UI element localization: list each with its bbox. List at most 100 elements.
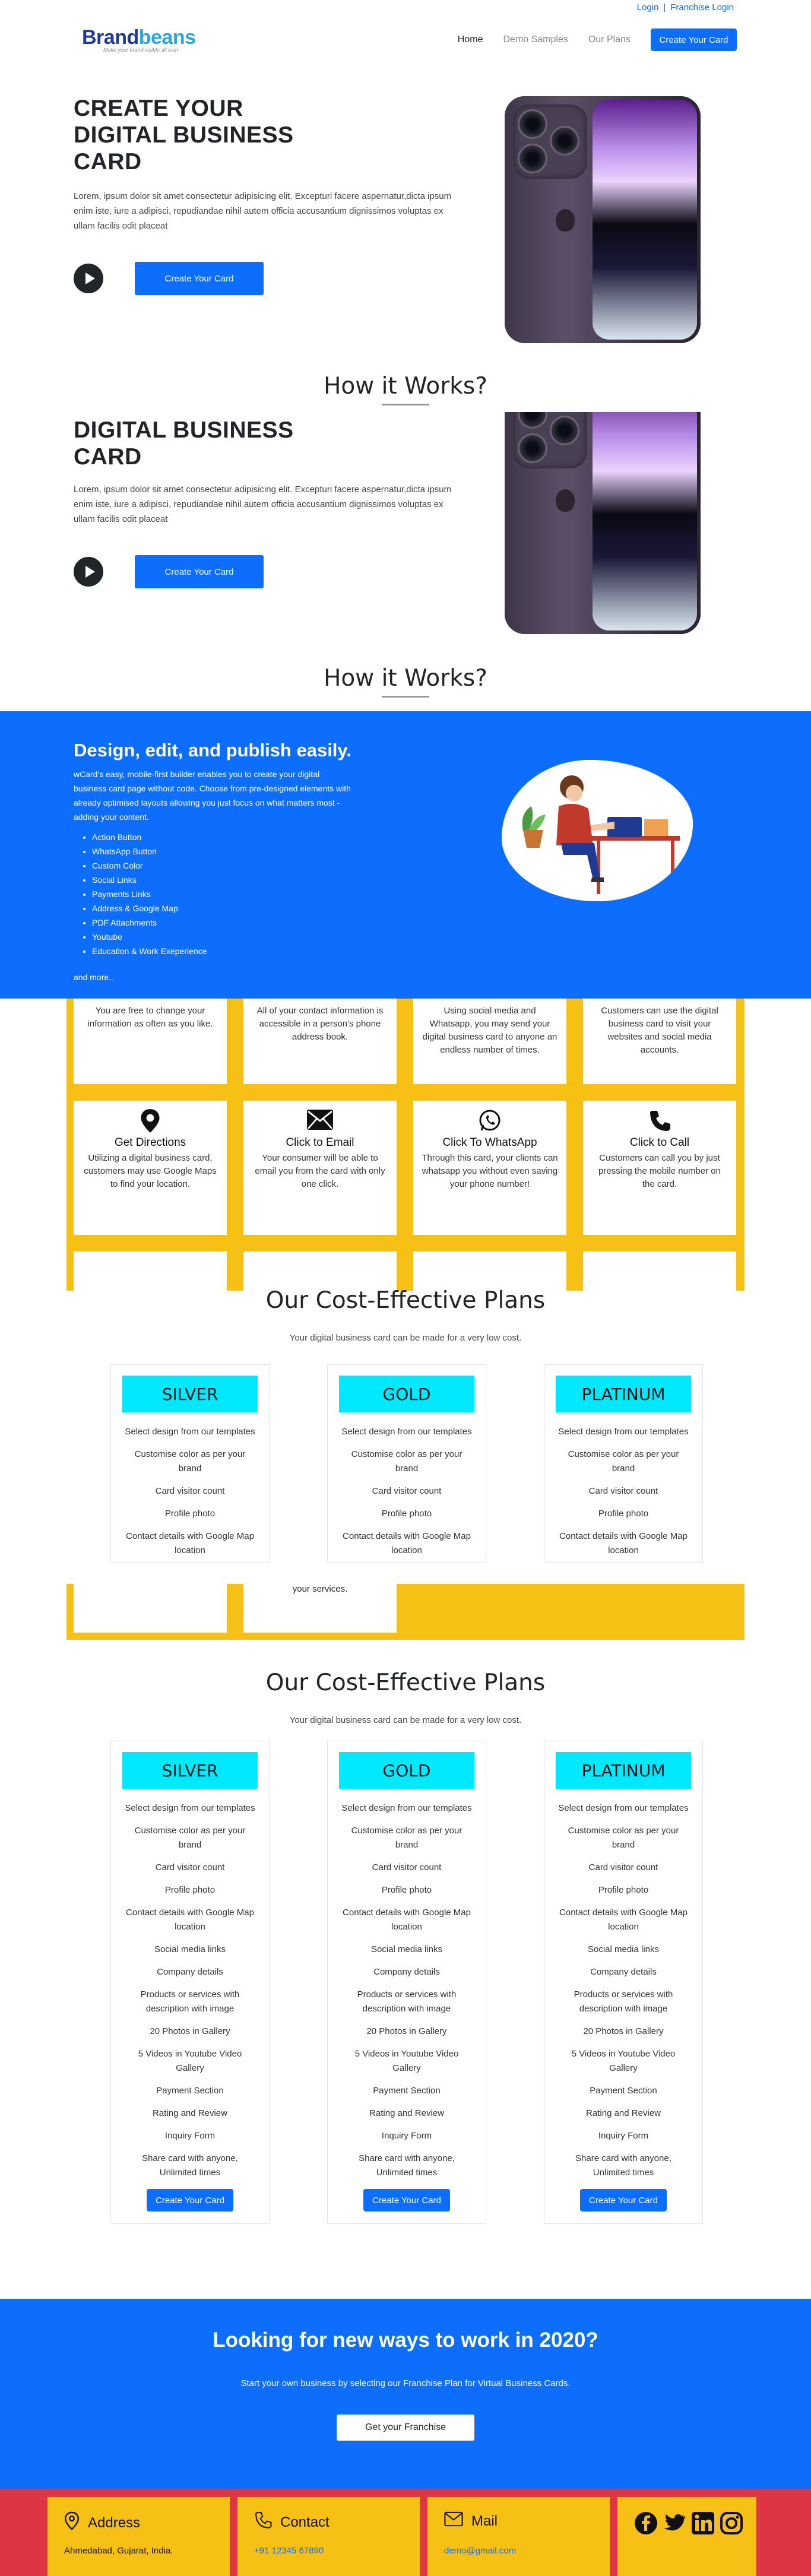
plan-feature: 5 Videos in Youtube Video Gallery <box>138 2049 242 2073</box>
plan-feature: Contact details with Google Map location <box>343 1908 471 1932</box>
franchise-title: Looking for new ways to work in 2020? <box>213 2328 598 2352</box>
plan-feature: Payment Section <box>590 2086 657 2096</box>
plan-feature: Rating and Review <box>586 2108 661 2118</box>
list-item: WhatsApp Button <box>92 844 207 858</box>
title-underline <box>382 404 429 405</box>
plan-feature: Products or services with description wi… <box>140 1989 240 2014</box>
phone-image <box>505 96 701 343</box>
whatsapp-icon <box>413 1109 566 1133</box>
hero-create-card-button[interactable]: Create Your Card <box>135 262 264 295</box>
logo-brand-part2: beans <box>138 26 196 49</box>
twitter-icon[interactable] <box>663 2511 686 2541</box>
design-title: Design, edit, and publish easily. <box>74 740 351 761</box>
footer-mail-value[interactable]: demo@gmail.com <box>444 2546 516 2556</box>
platinum-create-card-button[interactable]: Create Your Card <box>580 2189 667 2211</box>
plan-feature: Inquiry Form <box>598 2131 649 2141</box>
list-item: Education & Work Exeperience <box>92 944 207 958</box>
feature-card <box>243 1251 397 1291</box>
plan-feature: Contact details with Google Map location <box>343 1531 471 1555</box>
feature-title: Click to Email <box>286 1136 354 1149</box>
plans-subtitle: Your digital business card can be made f… <box>289 1333 522 1343</box>
feature-title: Get Directions <box>114 1136 186 1149</box>
plan-feature: Customise color as per your brand <box>134 1826 246 1850</box>
plan-feature: Social media links <box>154 1944 226 1954</box>
plan-feature: Inquiry Form <box>381 2131 432 2141</box>
feature-card <box>74 1584 227 1633</box>
feature-desc: Customers can call you by just pressing … <box>598 1153 721 1189</box>
plan-feature: 5 Videos in Youtube Video Gallery <box>354 2049 459 2073</box>
play-icon[interactable] <box>74 264 103 293</box>
footer-contact-value[interactable]: +91 12345 67890 <box>254 2546 324 2556</box>
top-bar: Login | Franchise Login <box>0 0 811 15</box>
plan-card-platinum: PLATINUM Select design from our template… <box>544 1364 703 1563</box>
plan-feature: Select design from our templates <box>125 1427 255 1437</box>
plan-card-silver: SILVER Select design from our templates … <box>110 1364 270 1563</box>
gold-create-card-button[interactable]: Create Your Card <box>363 2189 450 2211</box>
main-nav: Home Demo Samples Our Plans Create Your … <box>458 28 737 51</box>
envelope-icon <box>243 1109 397 1133</box>
footer-address-label: Address <box>88 2514 141 2531</box>
plan-feature: 20 Photos in Gallery <box>150 2026 230 2036</box>
plans-subtitle: Your digital business card can be made f… <box>289 1715 522 1725</box>
hero-create-card-button-repeat[interactable]: Create Your Card <box>135 555 264 588</box>
list-item: Social Links <box>92 873 207 887</box>
plan-feature: Products or services with description wi… <box>574 1989 673 2014</box>
plan-feature: Inquiry Form <box>164 2131 216 2141</box>
feature-card-click-to-whatsapp: Click To WhatsApp Through this card, you… <box>413 1101 566 1235</box>
get-franchise-button[interactable]: Get your Franchise <box>337 2415 474 2441</box>
nav-our-plans[interactable]: Our Plans <box>588 34 631 45</box>
how-it-works-title-repeat: How it Works? <box>324 665 487 692</box>
brand-logo[interactable]: Brandbeans Make your brand visible all o… <box>82 26 196 53</box>
feature-desc: Your consumer will be able to email you … <box>255 1153 385 1189</box>
feature-card <box>413 1251 566 1291</box>
hero-title-repeat: DIGITAL BUSINESS CARD <box>74 417 294 470</box>
phone-icon <box>254 2511 272 2533</box>
plan-feature: Company details <box>373 1967 440 1977</box>
linkedin-icon[interactable] <box>691 2511 715 2541</box>
plans-row-clipped: SILVER Select design from our templates … <box>0 1360 811 1583</box>
plan-name: GOLD <box>339 1376 474 1412</box>
plan-feature: 20 Photos in Gallery <box>583 2026 664 2036</box>
facebook-icon[interactable] <box>634 2511 658 2541</box>
map-pin-icon <box>74 1109 227 1133</box>
instagram-icon[interactable] <box>720 2511 743 2541</box>
how-it-works-title: How it Works? <box>324 373 487 400</box>
plan-name: PLATINUM <box>556 1376 691 1412</box>
footer-social-box <box>617 2497 756 2576</box>
plan-feature: Payment Section <box>373 2086 441 2096</box>
plan-feature: Card visitor count <box>588 1486 658 1496</box>
silver-create-card-button[interactable]: Create Your Card <box>147 2189 233 2211</box>
plan-feature: Select design from our templates <box>341 1803 472 1813</box>
plan-feature: Select design from our templates <box>558 1803 689 1813</box>
nav-home[interactable]: Home <box>458 34 483 45</box>
plan-feature: Customise color as per your brand <box>568 1826 679 1850</box>
feature-title: Click to Call <box>629 1136 690 1149</box>
feature-title: Click To WhatsApp <box>442 1136 537 1149</box>
plan-feature: Social media links <box>370 1944 443 1954</box>
plan-feature: Customise color as per your brand <box>134 1449 246 1474</box>
feature-desc: Through this card, your clients can what… <box>422 1153 558 1189</box>
features-grid: You are free to change your information … <box>66 950 745 1291</box>
list-item: Custom Color <box>92 858 207 873</box>
plan-feature: Rating and Review <box>369 2108 444 2118</box>
plan-feature: 5 Videos in Youtube Video Gallery <box>571 2049 676 2073</box>
franchise-subtitle: Start your own business by selecting our… <box>240 2378 571 2388</box>
plan-feature: Profile photo <box>381 1885 432 1895</box>
nav-demo-samples[interactable]: Demo Samples <box>503 34 568 45</box>
nav-create-card-button[interactable]: Create Your Card <box>651 28 737 51</box>
map-pin-icon <box>64 2511 80 2534</box>
person-at-desk-illustration <box>502 760 693 901</box>
plan-feature: Customise color as per your brand <box>351 1826 462 1850</box>
footer-mail-label: Mail <box>471 2512 498 2529</box>
franchise-login-link[interactable]: Franchise Login <box>670 2 734 12</box>
franchise-section: Looking for new ways to work in 2020? St… <box>0 2299 811 2489</box>
design-publish-section: Design, edit, and publish easily. wCard'… <box>0 711 811 999</box>
plan-feature: Social media links <box>587 1944 660 1954</box>
plans-title: Our Cost-Effective Plans <box>265 1669 546 1696</box>
play-icon[interactable] <box>74 557 103 587</box>
plan-feature: Select design from our templates <box>125 1803 255 1813</box>
plan-feature: Products or services with description wi… <box>357 1989 457 2014</box>
login-link[interactable]: Login <box>637 2 659 12</box>
envelope-icon <box>444 2511 463 2531</box>
plan-card-silver: SILVER Select design from our templates … <box>110 1741 270 2224</box>
